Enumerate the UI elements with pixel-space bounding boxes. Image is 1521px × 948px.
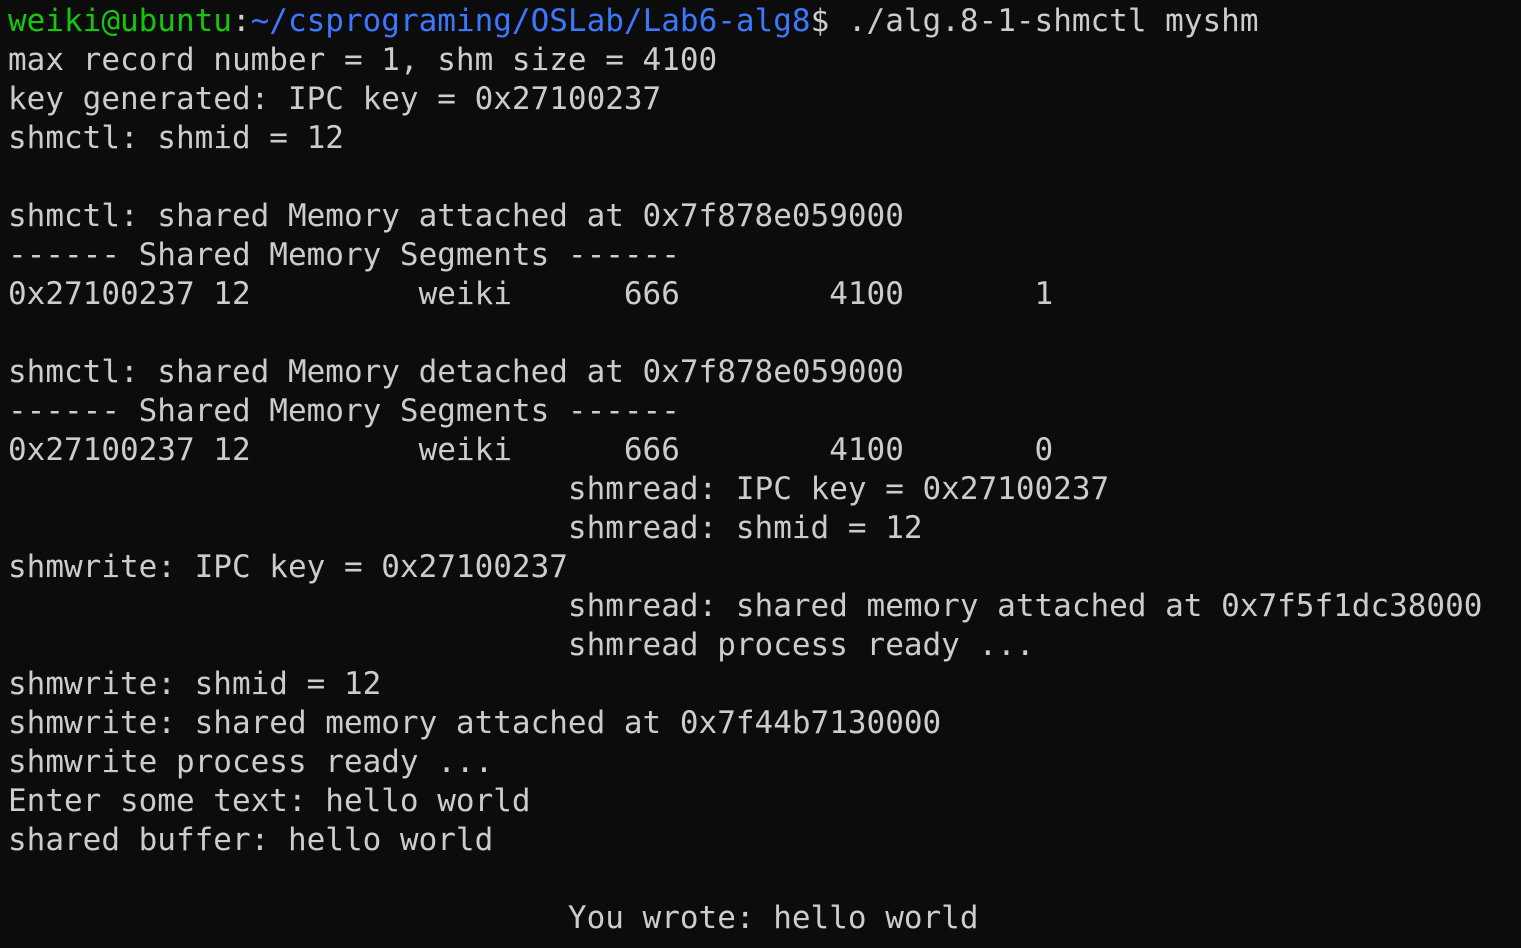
output-line: shmread: shmid = 12	[8, 510, 923, 546]
output-line: shmread: IPC key = 0x27100237	[8, 471, 1110, 507]
command-prompt-line: weiki@ubuntu:~/csprograming/OSLab/Lab6-a…	[8, 2, 1521, 41]
prompt-command: ./alg.8-1-shmctl myshm	[847, 3, 1259, 39]
output-line: key generated: IPC key = 0x27100237	[8, 81, 662, 117]
output-line: shmread: shared memory attached at 0x7f5…	[8, 588, 1483, 624]
output-line: shmwrite: IPC key = 0x27100237	[8, 549, 568, 585]
output-line: Enter some text: hello world	[8, 783, 531, 819]
output-line: ------ Shared Memory Segments ------	[8, 237, 680, 273]
prompt-path: ~/csprograming/OSLab/Lab6-alg8	[250, 3, 811, 39]
output-line: shmwrite process ready ...	[8, 744, 494, 780]
output-line: shmread process ready ...	[8, 627, 1035, 663]
output-line: shmwrite: shared memory attached at 0x7f…	[8, 705, 942, 741]
prompt-user-host: weiki@ubuntu	[8, 3, 232, 39]
output-line: shared buffer: hello world	[8, 822, 494, 858]
prompt-symbol: $	[810, 3, 848, 39]
output-line: shmwrite: shmid = 12	[8, 666, 382, 702]
output-line: max record number = 1, shm size = 4100	[8, 42, 718, 78]
terminal-window[interactable]: weiki@ubuntu:~/csprograming/OSLab/Lab6-a…	[0, 0, 1521, 948]
output-line: shmctl: shared Memory attached at 0x7f87…	[8, 198, 904, 234]
prompt-separator: :	[231, 3, 251, 39]
output-line: You wrote: hello world	[8, 900, 979, 936]
output-line: shmctl: shmid = 12	[8, 120, 344, 156]
output-line: 0x27100237 12 weiki 666 4100 0	[8, 432, 1054, 468]
output-line: shmctl: shared Memory detached at 0x7f87…	[8, 354, 904, 390]
output-line: 0x27100237 12 weiki 666 4100 1	[8, 276, 1054, 312]
output-line: ------ Shared Memory Segments ------	[8, 393, 680, 429]
